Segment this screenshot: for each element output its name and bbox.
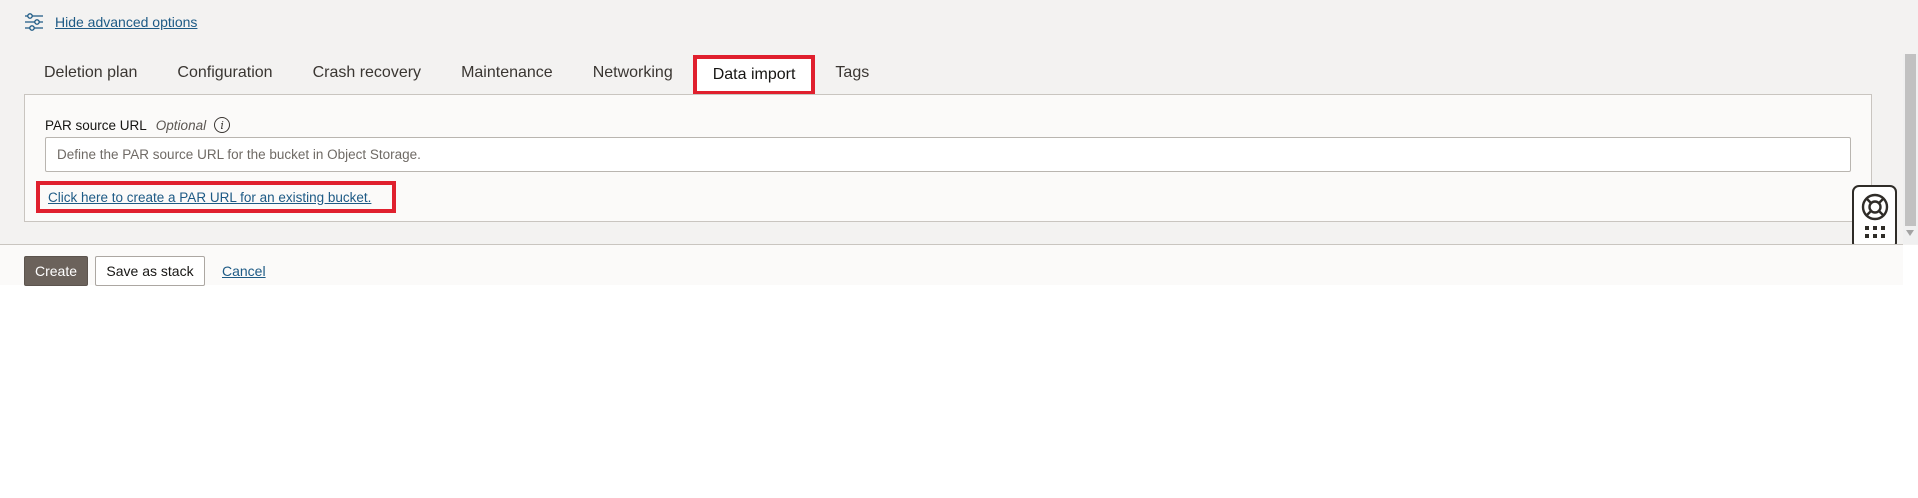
tab-crash-recovery[interactable]: Crash recovery <box>293 55 441 95</box>
info-icon[interactable]: i <box>214 117 231 133</box>
app-grid-icon <box>1864 226 1885 240</box>
tab-data-import[interactable]: Data import <box>692 55 816 95</box>
par-source-url-label: PAR source URL Optional i <box>45 117 231 133</box>
vertical-scrollbar[interactable] <box>1903 54 1918 244</box>
cancel-link[interactable]: Cancel <box>222 263 266 279</box>
create-button[interactable]: Create <box>24 256 88 286</box>
tab-networking[interactable]: Networking <box>573 55 693 95</box>
tab-deletion-plan[interactable]: Deletion plan <box>24 55 157 95</box>
lifebuoy-icon <box>1861 193 1888 221</box>
hide-advanced-options-toggle[interactable]: Hide advanced options <box>24 12 197 32</box>
hide-advanced-options-link[interactable]: Hide advanced options <box>55 14 197 30</box>
tab-configuration[interactable]: Configuration <box>157 55 292 95</box>
data-import-panel: PAR source URL Optional i Click here to … <box>24 94 1872 222</box>
help-widget[interactable] <box>1852 185 1897 250</box>
par-link-highlight: Click here to create a PAR URL for an ex… <box>36 181 396 213</box>
sliders-icon <box>25 13 43 31</box>
par-source-url-input[interactable] <box>45 137 1851 172</box>
advanced-tabs: Deletion plan Configuration Crash recove… <box>24 55 889 95</box>
optional-label: Optional <box>155 117 207 133</box>
save-as-stack-button[interactable]: Save as stack <box>95 256 205 286</box>
tab-maintenance[interactable]: Maintenance <box>441 55 573 95</box>
tab-tags[interactable]: Tags <box>815 55 889 95</box>
advanced-options-panel: Hide advanced options Deletion plan Conf… <box>0 0 1918 245</box>
create-par-url-link[interactable]: Click here to create a PAR URL for an ex… <box>48 190 371 205</box>
scroll-down-arrow-icon[interactable] <box>1906 230 1914 236</box>
par-source-url-label-text: PAR source URL <box>45 117 147 133</box>
scrollbar-thumb[interactable] <box>1905 54 1916 226</box>
form-footer: Create Save as stack Cancel <box>0 245 1903 286</box>
